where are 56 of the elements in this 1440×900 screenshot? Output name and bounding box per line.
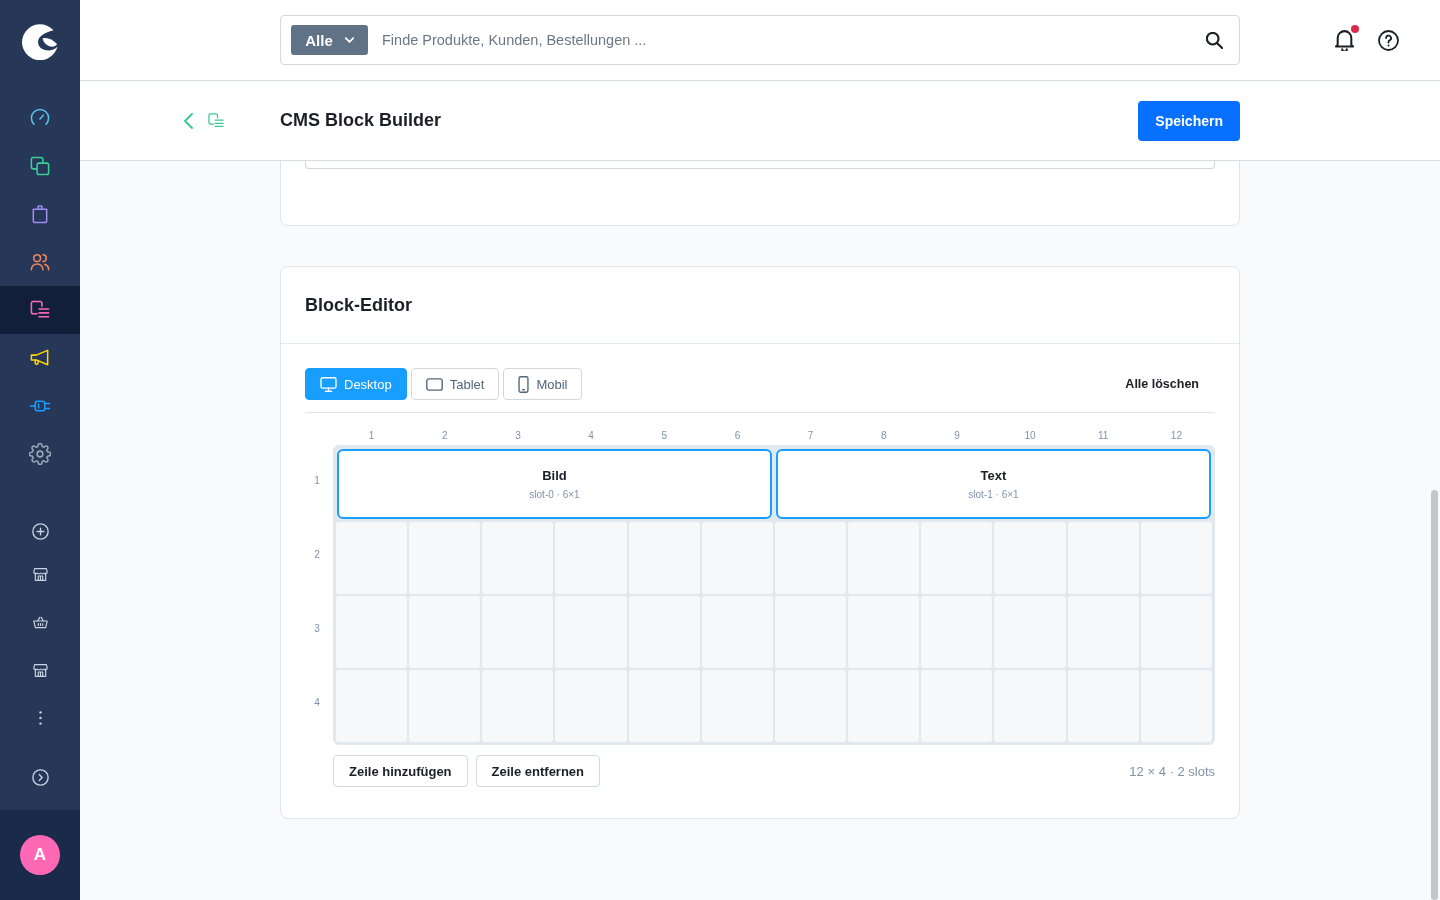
page-title: CMS Block Builder: [280, 110, 443, 131]
help-button[interactable]: [1376, 28, 1400, 52]
help-icon: [1377, 29, 1399, 51]
storefront-icon: [31, 661, 49, 679]
column-number: 3: [514, 430, 522, 442]
column-number: 4: [587, 430, 595, 442]
column-number: 5: [660, 430, 668, 442]
column-number: 10: [1023, 430, 1037, 442]
back-button[interactable]: [182, 111, 194, 130]
logo: [22, 24, 58, 60]
remove-row-button[interactable]: Zeile entfernen: [475, 755, 601, 787]
column-number: 7: [806, 430, 815, 442]
scope-dropdown[interactable]: Alle: [291, 25, 368, 55]
scrollbar-thumb[interactable]: [1430, 490, 1438, 900]
add-circle-icon: [31, 522, 49, 540]
storefront-icon: [31, 565, 49, 583]
slot-caption: slot-0 · 6×1: [529, 489, 580, 500]
bell-icon: [1333, 29, 1355, 51]
grid-cell[interactable]: [336, 670, 408, 742]
search-icon[interactable]: [1206, 31, 1223, 49]
slot-card[interactable]: Bild slot-0 · 6×1: [337, 449, 772, 519]
slot-title: Text: [980, 468, 1007, 483]
more-icon: [38, 711, 42, 725]
clear-all-button[interactable]: Alle löschen: [1109, 369, 1215, 399]
column-number: 8: [879, 430, 888, 442]
slot-title: Bild: [542, 468, 567, 483]
row-number: 1: [313, 473, 321, 488]
chevron-left-icon: [183, 112, 193, 129]
card-title: Block-Editor: [305, 294, 412, 316]
save-button[interactable]: Speichern: [1138, 100, 1240, 141]
viewport-tab[interactable]: Tablet: [410, 368, 500, 400]
row-number: 3: [313, 621, 321, 636]
column-number: 1: [367, 430, 376, 442]
column-number: 11: [1097, 430, 1110, 442]
row-number: 2: [313, 547, 321, 562]
layout-list-icon: [207, 111, 225, 130]
monitor-icon: [320, 376, 337, 392]
nav-item[interactable]: [0, 286, 80, 334]
slot-caption: slot-1 · 6×1: [968, 489, 1019, 500]
slot-card[interactable]: Text slot-1 · 6×1: [776, 449, 1211, 519]
input-field[interactable]: [305, 161, 1215, 169]
column-number: 2: [440, 430, 449, 442]
chevron-right-circle-icon: [31, 768, 49, 786]
grid-summary: 12 × 4 · 2 slots: [1129, 763, 1215, 779]
notifications-button[interactable]: [1332, 28, 1356, 52]
row-number: 4: [313, 695, 321, 710]
chevron-down-icon: [344, 37, 354, 43]
column-number: 12: [1169, 430, 1183, 442]
column-number: 9: [953, 430, 961, 442]
search-bar[interactable]: Alle Finde Produkte, Kunden, Bestellungen ...: [280, 15, 1240, 65]
column-number: 6: [733, 430, 742, 442]
viewport-tab[interactable]: Mobil: [503, 368, 583, 400]
tablet-icon: [425, 377, 443, 391]
phone-icon: [518, 375, 530, 393]
grid-cell[interactable]: [1140, 670, 1212, 742]
add-row-button[interactable]: Zeile hinzufügen: [333, 755, 468, 787]
